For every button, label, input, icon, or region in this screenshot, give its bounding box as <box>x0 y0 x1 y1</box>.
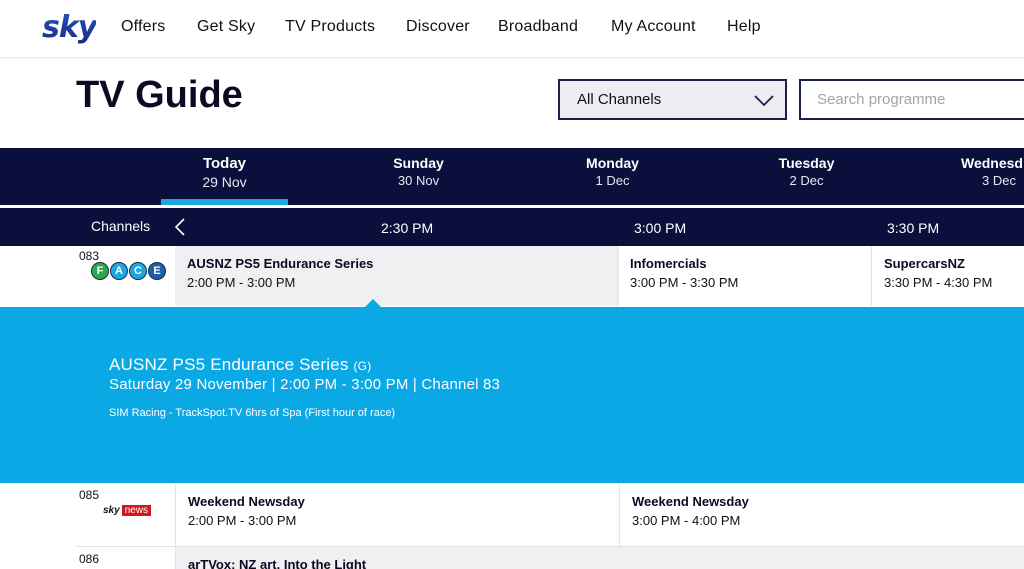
programme-time: 3:00 PM - 3:30 PM <box>630 275 739 290</box>
tab-tuesday[interactable]: Tuesday 2 Dec <box>743 148 870 205</box>
top-nav: sky Offers Get Sky TV Products Discover … <box>0 0 1024 57</box>
tab-today[interactable]: Today 29 Nov <box>161 148 288 205</box>
face-channel-logo: F A C E <box>91 262 166 280</box>
programme-title: Weekend Newsday <box>188 494 305 509</box>
nav-tv-products[interactable]: TV Products <box>285 18 375 36</box>
nav-broadband[interactable]: Broadband <box>498 18 578 36</box>
tab-monday[interactable]: Monday 1 Dec <box>549 148 676 205</box>
nav-offers[interactable]: Offers <box>121 18 165 36</box>
programme-cell[interactable]: arTVox: NZ art, Into the Light <box>175 547 1024 569</box>
programme-time: 2:00 PM - 3:00 PM <box>188 513 297 528</box>
nav-help[interactable]: Help <box>727 18 761 36</box>
tab-wednesday[interactable]: Wednesd 3 Dec <box>937 148 1024 205</box>
programme-cell[interactable]: SupercarsNZ 3:30 PM - 4:30 PM <box>871 246 1024 306</box>
detail-meta: Saturday 29 November | 2:00 PM - 3:00 PM… <box>109 376 501 393</box>
programme-title: arTVox: NZ art, Into the Light <box>188 557 367 569</box>
rating-badge: (G) <box>353 359 372 373</box>
day-tabs: Today 29 Nov Sunday 30 Nov Monday 1 Dec … <box>0 148 1024 205</box>
channel-number: 086 <box>79 552 100 566</box>
logo-letter: C <box>129 262 147 280</box>
detail-description: SIM Racing - TrackSpot.TV 6hrs of Spa (F… <box>109 407 396 419</box>
tab-sunday[interactable]: Sunday 30 Nov <box>355 148 482 205</box>
day-date: 1 Dec <box>595 173 630 188</box>
nav-my-account[interactable]: My Account <box>611 18 696 36</box>
programme-title: SupercarsNZ <box>884 256 965 271</box>
nav-discover[interactable]: Discover <box>406 18 470 36</box>
logo-letter: A <box>110 262 128 280</box>
logo-letter: F <box>91 262 109 280</box>
day-date: 2 Dec <box>789 173 824 188</box>
programme-title: Weekend Newsday <box>632 494 749 509</box>
channel-row: 085 Weekend Newsday 2:00 PM - 3:00 PM We… <box>0 484 1024 546</box>
programme-cell[interactable]: AUSNZ PS5 Endurance Series 2:00 PM - 3:0… <box>175 246 619 306</box>
logo-letter: E <box>148 262 166 280</box>
channel-filter-value: All Channels <box>577 91 662 108</box>
sky-logo[interactable]: sky <box>42 10 97 45</box>
detail-title-text: AUSNZ PS5 Endurance Series <box>109 355 349 374</box>
programme-time: 3:00 PM - 4:00 PM <box>632 513 741 528</box>
time-tick: 3:30 PM <box>887 220 940 236</box>
search-programme-input[interactable] <box>799 79 1024 120</box>
chevron-down-icon <box>754 95 774 107</box>
channel-filter-select[interactable]: All Channels <box>558 79 787 120</box>
programme-time: 3:30 PM - 4:30 PM <box>884 275 993 290</box>
day-name: Monday <box>586 155 639 171</box>
channel-row: 086 arTVox: NZ art, Into the Light <box>0 547 1024 569</box>
programme-title: AUSNZ PS5 Endurance Series <box>187 256 374 271</box>
programme-detail-panel: AUSNZ PS5 Endurance Series (G) Saturday … <box>0 307 1024 483</box>
programme-time: 2:00 PM - 3:00 PM <box>187 275 296 290</box>
chevron-left-icon[interactable] <box>173 217 187 237</box>
logo-text: sky <box>103 505 120 516</box>
time-tick: 2:30 PM <box>381 220 434 236</box>
day-date: 30 Nov <box>397 173 440 188</box>
logo-badge: news <box>121 505 152 516</box>
time-tick: 3:00 PM <box>634 220 687 236</box>
channel-number: 083 <box>79 249 100 263</box>
channels-label: Channels <box>91 218 151 234</box>
programme-title: Infomercials <box>630 256 707 271</box>
day-name: Wednesd <box>961 155 1023 171</box>
detail-title: AUSNZ PS5 Endurance Series (G) <box>109 355 371 375</box>
day-name: Today <box>202 155 247 172</box>
sky-news-logo: sky news <box>103 505 152 516</box>
day-name: Sunday <box>393 155 444 171</box>
nav-get-sky[interactable]: Get Sky <box>197 18 255 36</box>
channel-number: 085 <box>79 488 100 502</box>
day-name: Tuesday <box>778 155 835 171</box>
day-date: 29 Nov <box>202 174 247 190</box>
time-bar: Channels 2:30 PM 3:00 PM 3:30 PM <box>0 208 1024 246</box>
page-title: TV Guide <box>76 74 243 116</box>
programme-cell[interactable]: Weekend Newsday 3:00 PM - 4:00 PM <box>619 484 1024 546</box>
programme-cell[interactable]: Weekend Newsday 2:00 PM - 3:00 PM <box>175 484 619 546</box>
day-date: 3 Dec <box>982 173 1016 188</box>
programme-cell[interactable]: Infomercials 3:00 PM - 3:30 PM <box>617 246 871 306</box>
